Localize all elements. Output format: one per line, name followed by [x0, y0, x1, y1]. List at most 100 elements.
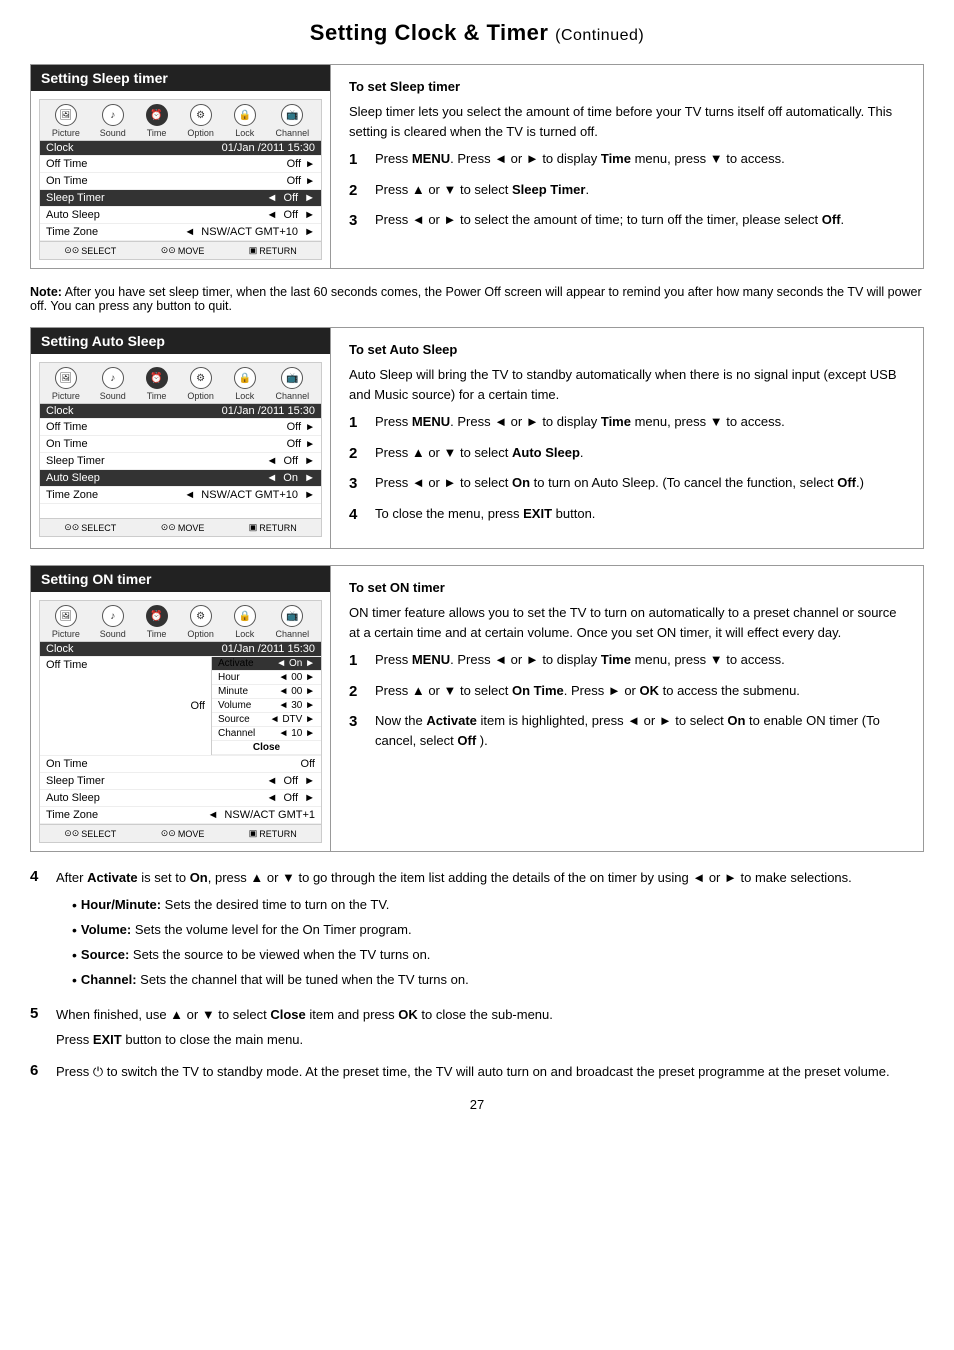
sub-close-row: Close [212, 741, 321, 755]
step5-content: When finished, use ▲ or ▼ to select Clos… [56, 1005, 553, 1055]
ot-footer-select: ⊙⊙SELECT [64, 828, 116, 839]
bullet-volume: Volume: Sets the volume level for the On… [72, 920, 852, 941]
as-time-icon: ⏰ [146, 367, 168, 389]
sound-icon: ♪ [102, 104, 124, 126]
on-timer-desc: ON timer feature allows you to set the T… [349, 603, 905, 642]
ot-ontime-row: On Time Off [40, 756, 321, 773]
timezone-row: Time Zone ◄ NSW/ACT GMT+10 ► [40, 224, 321, 241]
ot-icon-time: ⏰ Time [146, 605, 168, 639]
body-step-5: 5 When finished, use ▲ or ▼ to select Cl… [30, 1005, 924, 1055]
icon-sound: ♪ Sound [100, 104, 126, 138]
as-option-icon: ⚙ [190, 367, 212, 389]
autosleep-row: Auto Sleep ◄ Off ► [40, 207, 321, 224]
icon-channel: 📺 Channel [276, 104, 310, 138]
on-timer-right: To set ON timer ON timer feature allows … [331, 566, 923, 851]
icon-lock: 🔒 Lock [234, 104, 256, 138]
page-title: Setting Clock & Timer (Continued) [30, 20, 924, 46]
clock-row: Clock 01/Jan /2011 15:30 [40, 141, 321, 156]
step4-bullets: Hour/Minute: Sets the desired time to tu… [72, 895, 852, 991]
ot-icon-sound: ♪ Sound [100, 605, 126, 639]
as-icon-time: ⏰ Time [146, 367, 168, 401]
ot-option-icon: ⚙ [190, 605, 212, 627]
as-spacer [40, 504, 321, 518]
icon-picture: 🖼 Picture [52, 104, 80, 138]
step-1: 1 Press MENU. Press ◄ or ► to display Ti… [349, 149, 905, 172]
sleep-timer-left: Setting Sleep timer 🖼 Picture ♪ Sound ⏰ … [31, 65, 331, 268]
icon-time: ⏰ Time [146, 104, 168, 138]
on-timer-submenu: Activate ◄ On ► Hour ◄ 00 ► Minute ◄ 00 … [211, 657, 321, 755]
as-icon-lock: 🔒 Lock [234, 367, 256, 401]
sleeptimer-row: Sleep Timer ◄ Off ► [40, 190, 321, 207]
sub-hour-row: Hour ◄ 00 ► [212, 671, 321, 685]
step6-text: Press ⏻ to switch the TV to standby mode… [56, 1062, 890, 1083]
or-arrow: ► [724, 870, 737, 885]
auto-sleep-desc: Auto Sleep will bring the TV to standby … [349, 365, 905, 404]
footer-return: ▣RETURN [249, 245, 297, 256]
ot-offtime-row-wrap: Off Time Off Activate ◄ On ► Hour ◄ 00 ►… [40, 657, 321, 756]
title-text: Setting Clock & Timer [310, 20, 549, 45]
sleep-timer-steps: 1 Press MENU. Press ◄ or ► to display Ti… [349, 149, 905, 233]
ot-icon-channel: 📺 Channel [276, 605, 310, 639]
ot-step-3: 3 Now the Activate item is highlighted, … [349, 711, 905, 750]
ot-autosleep-row: Auto Sleep ◄ Off ► [40, 790, 321, 807]
bullet-channel: Channel: Sets the channel that will be t… [72, 970, 852, 991]
ot-icon-option: ⚙ Option [187, 605, 214, 639]
on-timer-header: Setting ON timer [31, 566, 330, 592]
continued-text: (Continued) [555, 27, 644, 44]
on-timer-steps: 1 Press MENU. Press ◄ or ► to display Ti… [349, 650, 905, 750]
footer-move: ⊙⊙MOVE [161, 245, 205, 256]
as-timezone-row: Time Zone ◄ NSW/ACT GMT+10 ► [40, 487, 321, 504]
auto-sleep-right: To set Auto Sleep Auto Sleep will bring … [331, 328, 923, 548]
as-step-3: 3 Press ◄ or ► to select On to turn on A… [349, 473, 905, 496]
as-icon-option: ⚙ Option [187, 367, 214, 401]
sub-volume-row: Volume ◄ 30 ► [212, 699, 321, 713]
sub-source-row: Source ◄ DTV ► [212, 713, 321, 727]
ot-picture-icon: 🖼 [55, 605, 77, 627]
on-timer-menu: 🖼 Picture ♪ Sound ⏰ Time ⚙ Option 🔒 [39, 600, 322, 843]
sub-activate-row: Activate ◄ On ► [212, 657, 321, 671]
sleep-timer-menu: 🖼 Picture ♪ Sound ⏰ Time ⚙ Option 🔒 [39, 99, 322, 260]
ot-footer-move: ⊙⊙MOVE [161, 828, 205, 839]
on-timer-menu-icons: 🖼 Picture ♪ Sound ⏰ Time ⚙ Option 🔒 [40, 601, 321, 642]
menu-footer: ⊙⊙SELECT ⊙⊙MOVE ▣RETURN [40, 241, 321, 259]
ot-sound-icon: ♪ [102, 605, 124, 627]
body-steps: 4 After Activate is set to On, press ▲ o… [30, 868, 924, 1087]
as-clock-row: Clock 01/Jan /2011 15:30 [40, 404, 321, 419]
ontime-row: On Time Off ► [40, 173, 321, 190]
ot-step-2: 2 Press ▲ or ▼ to select On Time. Press … [349, 681, 905, 704]
ot-channel-icon: 📺 [281, 605, 303, 627]
picture-icon: 🖼 [55, 104, 77, 126]
sleep-timer-subtitle: To set Sleep timer [349, 79, 905, 94]
auto-sleep-steps: 1 Press MENU. Press ◄ or ► to display Ti… [349, 412, 905, 526]
as-offtime-row: Off Time Off ► [40, 419, 321, 436]
option-icon: ⚙ [190, 104, 212, 126]
sleep-timer-header: Setting Sleep timer [31, 65, 330, 91]
offtime-row: Off Time Off ► [40, 156, 321, 173]
ot-icon-lock: 🔒 Lock [234, 605, 256, 639]
step-2: 2 Press ▲ or ▼ to select Sleep Timer. [349, 180, 905, 203]
sleep-timer-right: To set Sleep timer Sleep timer lets you … [331, 65, 923, 268]
lock-icon: 🔒 [234, 104, 256, 126]
bullet-hour-minute: Hour/Minute: Sets the desired time to tu… [72, 895, 852, 916]
on-timer-subtitle: To set ON timer [349, 580, 905, 595]
as-picture-icon: 🖼 [55, 367, 77, 389]
auto-sleep-menu-icons: 🖼 Picture ♪ Sound ⏰ Time ⚙ Option 🔒 [40, 363, 321, 404]
auto-sleep-section: Setting Auto Sleep 🖼 Picture ♪ Sound ⏰ T… [30, 327, 924, 549]
ot-lock-icon: 🔒 [234, 605, 256, 627]
step4-main: After Activate is set to On, press ▲ or … [56, 868, 852, 889]
as-footer-select: ⊙⊙SELECT [64, 522, 116, 533]
as-lock-icon: 🔒 [234, 367, 256, 389]
ot-sleeptimer-row: Sleep Timer ◄ Off ► [40, 773, 321, 790]
icon-option: ⚙ Option [187, 104, 214, 138]
as-icon-sound: ♪ Sound [100, 367, 126, 401]
on-timer-section: Setting ON timer 🖼 Picture ♪ Sound ⏰ Tim… [30, 565, 924, 852]
as-sound-icon: ♪ [102, 367, 124, 389]
step6-num: 6 [30, 1062, 50, 1087]
channel-icon: 📺 [281, 104, 303, 126]
body-step-4: 4 After Activate is set to On, press ▲ o… [30, 868, 924, 997]
footer-select: ⊙⊙SELECT [64, 245, 116, 256]
note-section: Note: After you have set sleep timer, wh… [30, 285, 924, 313]
ot-step-1: 1 Press MENU. Press ◄ or ► to display Ti… [349, 650, 905, 673]
step-3: 3 Press ◄ or ► to select the amount of t… [349, 210, 905, 233]
ot-time-icon: ⏰ [146, 605, 168, 627]
